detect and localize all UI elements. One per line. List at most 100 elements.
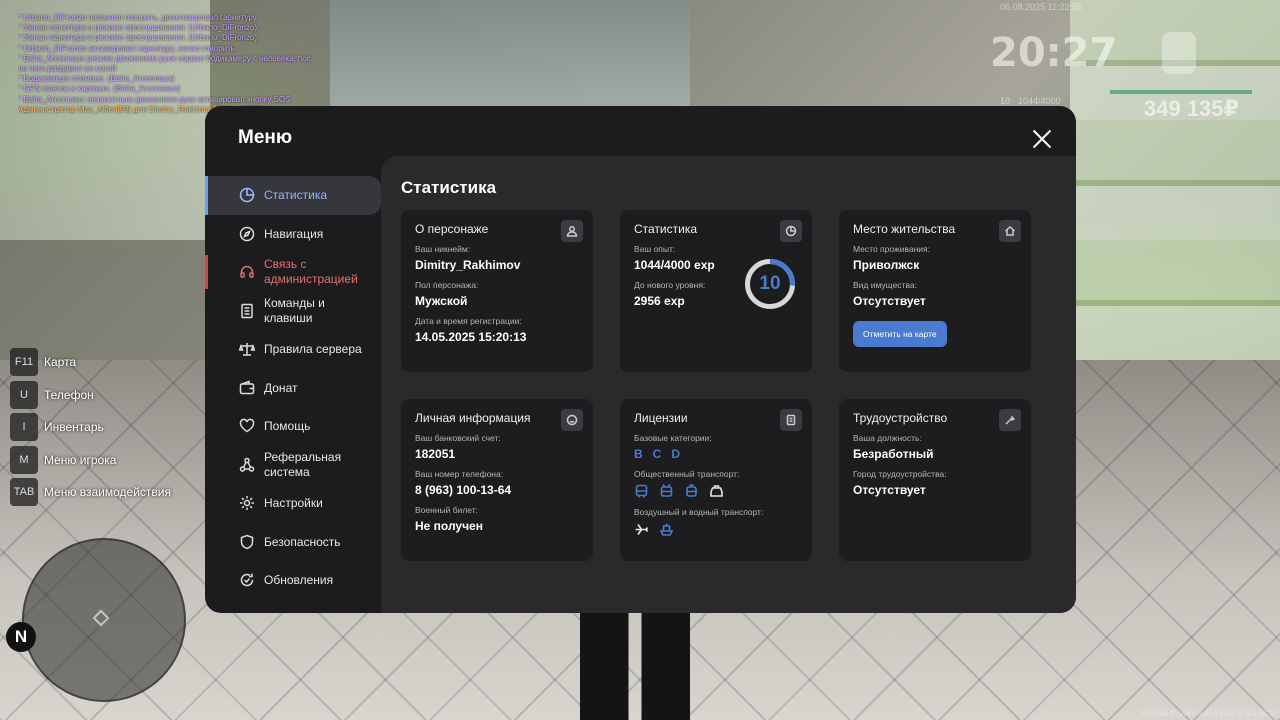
sidebar-item-label: Безопасность xyxy=(264,534,341,549)
card-statistics: Статистика Ваш опыт: 1044/4000 exp До но… xyxy=(620,210,812,372)
card-title: Трудоустройство xyxy=(853,411,948,425)
pie-chart-icon xyxy=(780,220,802,242)
sidebar-item-statistics[interactable]: Статистика xyxy=(205,176,381,215)
fist-weapon-icon xyxy=(1162,32,1196,74)
sidebar-item-admin-contact[interactable]: Связь с администрацией xyxy=(205,253,381,292)
residence-place-value: Приволжск xyxy=(853,258,920,272)
job-city-label: Город трудоустройства: xyxy=(853,469,947,479)
boat-icon xyxy=(659,522,674,537)
property-value: Отсутствует xyxy=(853,294,926,308)
job-city-value: Отсутствует xyxy=(853,483,926,497)
registration-label: Дата и время регистрации: xyxy=(415,316,522,326)
property-label: Вид имущества: xyxy=(853,280,917,290)
gender-value: Мужской xyxy=(415,294,468,308)
category-b: B xyxy=(634,447,643,461)
level-value: 10 xyxy=(759,273,781,294)
card-residence: Место жительства Место проживания: Приво… xyxy=(839,210,1031,372)
headset-icon xyxy=(239,264,255,280)
sidebar-item-security[interactable]: Безопасность xyxy=(205,523,381,562)
compass-icon xyxy=(239,226,255,242)
menu-title: Меню xyxy=(238,127,293,148)
sidebar-item-settings[interactable]: Настройки xyxy=(205,484,381,523)
mark-on-map-button[interactable]: Отметить на карте xyxy=(853,321,947,347)
smile-icon xyxy=(561,409,583,431)
sidebar-item-label: Связь с администрацией xyxy=(264,257,358,287)
background-door xyxy=(330,0,690,120)
phone-value: 8 (963) 100-13-64 xyxy=(415,483,512,497)
military-label: Военный билет: xyxy=(415,505,479,515)
sidebar-item-label: Навигация xyxy=(264,226,324,241)
residence-place-label: Место проживания: xyxy=(853,244,930,254)
chat-log: * Urbano_DiFronzo закончил говорить, деа… xyxy=(18,13,338,115)
key-hints: F11 Карта U Телефон I Инвентарь M Меню игрок… xyxy=(10,346,171,509)
card-title: Личная информация xyxy=(415,411,531,425)
north-icon: N xyxy=(6,622,36,652)
scales-icon xyxy=(239,341,255,357)
player-character xyxy=(580,612,690,720)
sidebar-item-commands[interactable]: Команды и клавиши xyxy=(205,292,381,331)
phone-label: Ваш номер телефона: xyxy=(415,469,504,479)
sidebar-item-label: Настройки xyxy=(264,496,323,511)
hud-time: 20:27 xyxy=(990,30,1118,76)
hint-inventory: I Инвентарь xyxy=(10,411,171,444)
wallet-icon xyxy=(239,380,255,396)
sidebar-item-updates[interactable]: Обновления xyxy=(205,561,381,600)
sidebar-item-label: Правила сервера xyxy=(264,342,362,357)
nickname-value: Dimitry_Rakhimov xyxy=(415,258,521,272)
hint-label: Меню взаимодействия xyxy=(44,485,171,500)
taxi-icon xyxy=(709,484,724,499)
close-icon[interactable] xyxy=(1031,128,1053,150)
menu-sidebar: Статистика Навигация Связь с администрац… xyxy=(205,176,381,600)
position-value: Безработный xyxy=(853,447,934,461)
exp-label: Ваш опыт: xyxy=(634,244,676,254)
card-licenses: Лицензии Базовые категории: B C D Общест… xyxy=(620,399,812,561)
military-value: Не получен xyxy=(415,519,483,533)
chat-line: * Baha_Arceneaux незаметным движением ру… xyxy=(18,94,291,104)
card-character: О персонаже Ваш никнейм: Dimitry_Rakhimo… xyxy=(401,210,593,372)
document-icon xyxy=(239,303,255,319)
sidebar-item-help[interactable]: Помощь xyxy=(205,407,381,446)
base-categories: B C D xyxy=(634,447,798,461)
air-water-transport-label: Воздушный и водный транспорт: xyxy=(634,507,764,517)
chat-line: * Бодикамера сломана. (Baha_Arceneaux) xyxy=(18,74,175,84)
hint-player-menu: M Меню игрока xyxy=(10,444,171,477)
sidebar-item-navigation[interactable]: Навигация xyxy=(205,215,381,254)
sidebar-item-referral[interactable]: Реферальная система xyxy=(205,446,381,485)
license-icon xyxy=(780,409,802,431)
key-badge: TAB xyxy=(10,478,38,507)
chat-line: * Baha_Arceneaux резким движением руки с… xyxy=(18,53,311,63)
trolleybus-icon xyxy=(659,484,674,499)
network-icon xyxy=(239,457,255,473)
chat-line: ле чего раздавил ее ногой xyxy=(18,64,117,74)
card-personal-info: Личная информация Ваш банковский счет: 1… xyxy=(401,399,593,561)
hint-phone: U Телефон xyxy=(10,379,171,412)
key-badge: F11 xyxy=(10,348,38,377)
shield-icon xyxy=(239,534,255,550)
chat-line: * Urbano_DiFronzo закончил говорить, деа… xyxy=(18,13,257,22)
public-transport-licenses xyxy=(634,484,798,499)
hud-date: 06.08.2025 11:22:55 xyxy=(1000,2,1082,12)
menu-window: Меню Статистика Навигация Связь с админи… xyxy=(205,106,1076,613)
base-categories-label: Базовые категории: xyxy=(634,433,712,443)
sidebar-item-rules[interactable]: Правила сервера xyxy=(205,330,381,369)
category-c: C xyxy=(652,447,662,461)
stats-content: Статистика О персонаже Ваш никнейм: Dimi… xyxy=(381,156,1076,613)
nickname-label: Ваш никнейм: xyxy=(415,244,471,254)
hud-exp: 10 · 1044/4000 xyxy=(1000,96,1061,106)
gender-label: Пол персонажа: xyxy=(415,280,479,290)
home-icon xyxy=(999,220,1021,242)
category-d: D xyxy=(671,447,681,461)
registration-value: 14.05.2025 15:20:13 xyxy=(415,330,527,344)
card-employment: Трудоустройство Ваша должность: Безработ… xyxy=(839,399,1031,561)
sidebar-item-donate[interactable]: Донат xyxy=(205,369,381,408)
sidebar-item-label: Реферальная система xyxy=(264,449,342,479)
chat-line: * Умная гарнитура в режиме прослушивания… xyxy=(18,33,258,43)
sidebar-item-label: Донат xyxy=(264,380,298,395)
hint-label: Инвентарь xyxy=(44,420,104,435)
tram-icon xyxy=(684,484,699,499)
sidebar-item-label: Обновления xyxy=(264,573,334,588)
card-title: Место жительства xyxy=(853,222,956,236)
card-title: О персонаже xyxy=(415,222,489,236)
pie-chart-icon xyxy=(239,187,255,203)
bank-value: 182051 xyxy=(415,447,456,461)
